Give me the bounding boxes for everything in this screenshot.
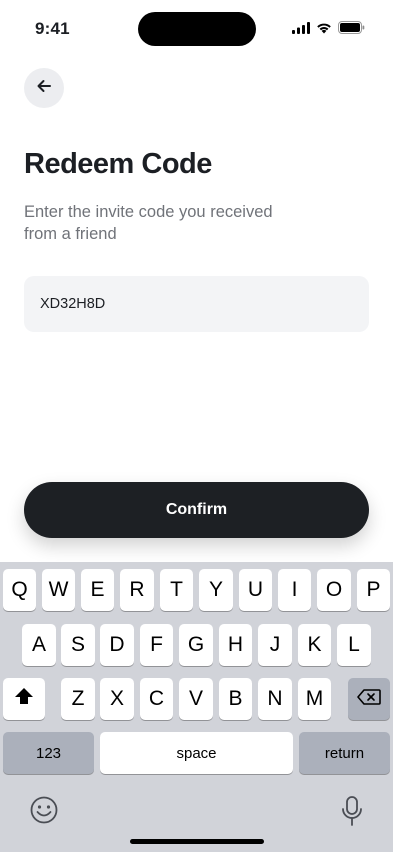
key-e[interactable]: E (81, 569, 114, 611)
wifi-icon (316, 21, 332, 39)
backspace-icon (357, 687, 381, 711)
key-v[interactable]: V (179, 678, 213, 720)
key-m[interactable]: M (298, 678, 331, 720)
key-r[interactable]: R (120, 569, 154, 611)
key-u[interactable]: U (239, 569, 272, 611)
key-o[interactable]: O (317, 569, 351, 611)
emoji-button[interactable] (29, 795, 59, 830)
key-h[interactable]: H (219, 624, 252, 666)
key-l[interactable]: L (337, 624, 371, 666)
home-indicator[interactable] (130, 839, 264, 844)
numbers-key[interactable]: 123 (3, 732, 94, 774)
key-n[interactable]: N (258, 678, 292, 720)
dictation-button[interactable] (341, 795, 363, 832)
key-i[interactable]: I (278, 569, 311, 611)
shift-arrow-icon (14, 687, 34, 711)
key-c[interactable]: C (140, 678, 173, 720)
invite-code-input[interactable] (24, 276, 369, 332)
return-key[interactable]: return (299, 732, 390, 774)
emoji-icon (29, 796, 59, 829)
page-title: Redeem Code (24, 148, 212, 180)
dynamic-island (138, 12, 256, 46)
key-j[interactable]: J (258, 624, 292, 666)
key-k[interactable]: K (298, 624, 331, 666)
battery-icon (338, 21, 365, 39)
page-subtitle: Enter the invite code you received from … (24, 203, 273, 243)
status-bar: 9:41 (0, 0, 393, 60)
space-key[interactable]: space (100, 732, 293, 774)
key-d[interactable]: D (100, 624, 134, 666)
arrow-left-icon (36, 78, 52, 99)
key-b[interactable]: B (219, 678, 252, 720)
confirm-button[interactable]: Confirm (24, 482, 369, 538)
key-a[interactable]: A (22, 624, 56, 666)
key-y[interactable]: Y (199, 569, 233, 611)
key-p[interactable]: P (357, 569, 390, 611)
status-time: 9:41 (35, 19, 70, 38)
key-w[interactable]: W (42, 569, 75, 611)
key-s[interactable]: S (61, 624, 95, 666)
key-f[interactable]: F (140, 624, 173, 666)
status-icons (292, 21, 365, 39)
key-z[interactable]: Z (61, 678, 95, 720)
cellular-signal-icon (292, 21, 310, 39)
key-q[interactable]: Q (3, 569, 36, 611)
keyboard: Q W E R T Y U I O P A S D F G H J K L Z … (0, 562, 393, 852)
back-button[interactable] (24, 68, 64, 108)
delete-key[interactable] (348, 678, 390, 720)
key-g[interactable]: G (179, 624, 213, 666)
shift-key[interactable] (3, 678, 45, 720)
microphone-icon (341, 796, 363, 831)
key-t[interactable]: T (160, 569, 193, 611)
key-x[interactable]: X (100, 678, 134, 720)
